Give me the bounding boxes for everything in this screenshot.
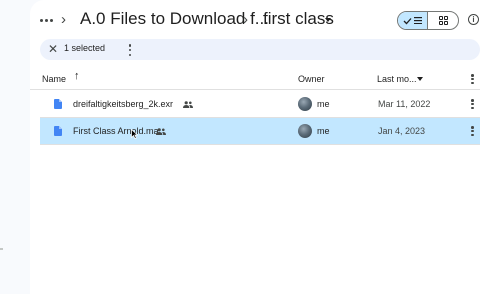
doc-file-icon [54,126,62,136]
column-header-last-modified[interactable]: Last mo... [377,74,417,84]
close-icon[interactable]: ✕ [46,41,60,58]
column-header-name[interactable]: Name [42,74,66,84]
folder-menu-caret-icon[interactable] [325,18,331,22]
chevron-right-icon: › [61,11,66,28]
file-modified-date: Jan 4, 2023 [378,126,426,136]
people-icon [156,128,166,135]
doc-file-icon [54,99,62,109]
column-header-owner[interactable]: Owner [298,74,325,84]
breadcrumb-parent-folder[interactable]: A.0 Files to Download f... [80,9,269,29]
file-owner: me [317,99,330,109]
file-modified-date: Mar 11, 2022 [378,99,431,109]
sort-caret-down-icon[interactable] [417,77,423,81]
sidebar-marker [0,248,3,250]
breadcrumb-more-icon[interactable] [38,10,54,30]
row-more-icon[interactable] [471,126,474,136]
people-icon [183,101,193,108]
info-icon[interactable]: i [468,14,479,25]
file-row[interactable]: dreifaltigkeitsberg_2k.exr me Mar 11, 20… [40,91,480,118]
check-icon [403,17,412,24]
avatar [298,124,312,138]
left-sidebar-edge [0,0,30,294]
selection-bar: ✕ 1 selected [40,39,480,60]
file-name: First Class Arnold.ma [73,126,159,136]
sort-arrow-up-icon[interactable]: ↑ [74,70,80,82]
avatar [298,97,312,111]
breadcrumb: › A.0 Files to Download f... › first cla… [30,0,480,40]
row-more-icon[interactable] [471,99,474,109]
file-browser-panel: › A.0 Files to Download f... › first cla… [30,0,480,294]
file-name: dreifaltigkeitsberg_2k.exr [73,99,174,109]
breadcrumb-current-folder[interactable]: first class [263,9,334,29]
mouse-cursor-icon [131,129,138,139]
column-options-more-icon[interactable] [471,74,474,84]
view-toggle [397,11,459,30]
file-owner: me [317,126,330,136]
grid-icon [438,16,448,25]
selection-count: 1 selected [64,43,106,53]
file-row-selected[interactable]: First Class Arnold.ma me Jan 4, 2023 [40,118,480,145]
selection-more-icon[interactable] [128,44,132,56]
chevron-right-icon: › [243,11,248,28]
file-list-header: Name ↑ Owner Last mo... [30,68,480,90]
list-icon [414,17,422,24]
grid-view-button[interactable] [428,12,458,29]
list-view-button[interactable] [398,12,429,29]
